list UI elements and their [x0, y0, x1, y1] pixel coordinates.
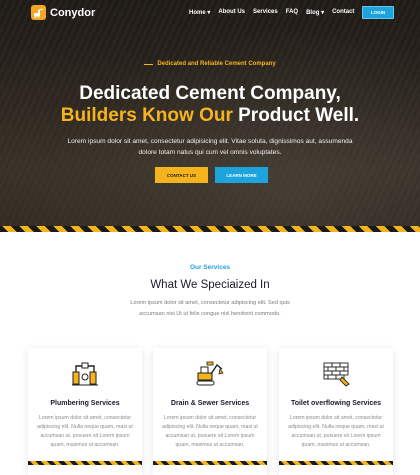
service-card-toilet-overflowing[interactable]: Toilet overflowing Services Lorem ipsum …	[279, 348, 393, 475]
nav-about[interactable]: About Us	[218, 9, 245, 16]
card-text: Lorem ipsum dolor sit amet, consectetur …	[37, 415, 133, 448]
nav-faq[interactable]: FAQ	[286, 9, 298, 16]
plumbering-icon	[70, 360, 100, 388]
services-label: Our Services	[189, 264, 231, 271]
brick-wall-icon	[321, 360, 351, 388]
hero-title-highlight: Builders Know Our	[60, 105, 233, 126]
nav-blog[interactable]: Blog ▾	[306, 9, 324, 16]
card-title: Toilet overflowing Services	[290, 400, 382, 407]
contact-us-button[interactable]: CONTACT US	[155, 167, 208, 183]
hazard-stripe-divider	[0, 226, 420, 232]
nav-services[interactable]: Services	[253, 9, 278, 16]
card-title: Plumbering Services	[50, 400, 120, 407]
excavator-icon	[195, 360, 225, 388]
hero-title-rest: Product Well.	[232, 105, 360, 126]
services-description: Lorem ipsum dolor sit amet, consectetur …	[130, 300, 290, 317]
hero-section: Conydor Home ▾ About Us Services FAQ Blo…	[0, 0, 420, 226]
tagline-text: Dedicated and Reliable Cement Company	[157, 61, 276, 67]
services-title: What We Speciaized In	[150, 279, 270, 291]
service-card-plumbering[interactable]: Plumbering Services Lorem ipsum dolor si…	[28, 348, 142, 475]
card-hazard-stripe	[28, 461, 142, 465]
navbar: Conydor Home ▾ About Us Services FAQ Blo…	[0, 0, 420, 26]
logo[interactable]: Conydor	[31, 5, 95, 20]
card-text: Lorem ipsum dolor sit amet, consectetur …	[288, 415, 384, 448]
nav-home[interactable]: Home ▾	[189, 9, 210, 16]
hero-title-line1: Dedicated Cement Company,	[79, 83, 341, 104]
crane-icon	[31, 5, 46, 20]
hero-title-line2: Builders Know Our Product Well.	[0, 104, 420, 127]
card-hazard-stripe	[279, 461, 393, 465]
card-hazard-stripe	[153, 461, 267, 465]
card-title: Drain & Sewer Services	[170, 400, 250, 407]
tagline-dash	[144, 63, 154, 65]
service-card-drain-sewer[interactable]: Drain & Sewer Services Lorem ipsum dolor…	[153, 348, 267, 475]
hero-description: Lorem ipsum dolor sit amet, consectetur …	[67, 138, 353, 156]
card-text: Lorem ipsum dolor sit amet, consectetur …	[162, 415, 258, 448]
learn-more-button[interactable]: LEARN MORE	[215, 167, 268, 183]
main-menu: Home ▾ About Us Services FAQ Blog ▾ Cont…	[189, 9, 354, 16]
brand-name: Conydor	[50, 6, 96, 19]
nav-contact[interactable]: Contact	[332, 9, 354, 16]
hero-tagline: Dedicated and Reliable Cement Company	[0, 61, 420, 67]
login-button[interactable]: LOGIN	[362, 6, 394, 19]
